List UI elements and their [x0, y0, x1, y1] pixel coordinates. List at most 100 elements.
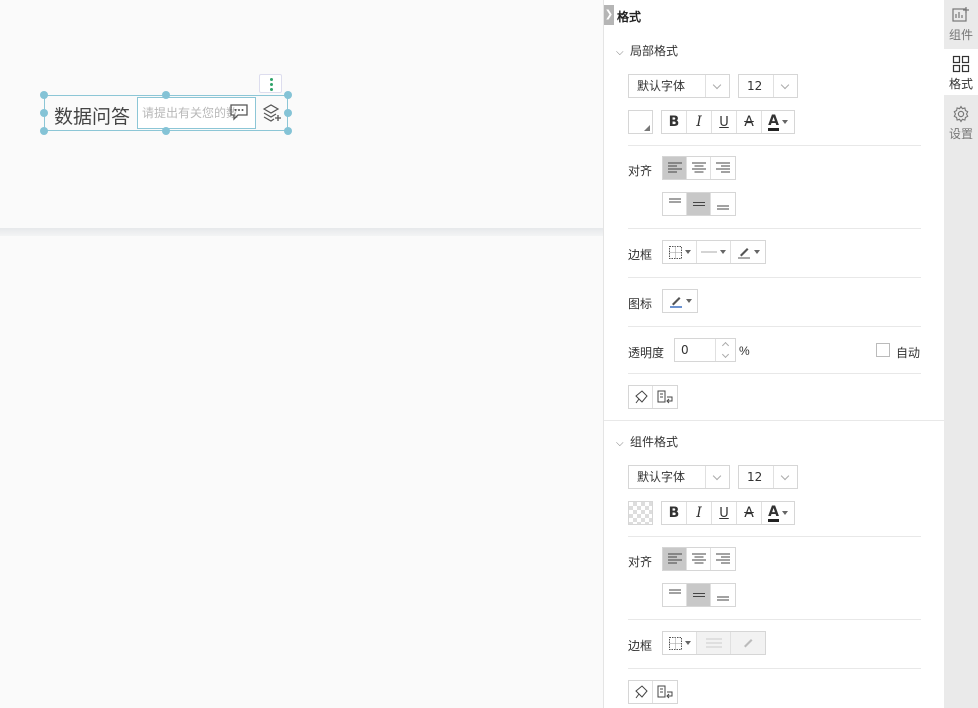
align-center-icon — [691, 553, 706, 564]
line-style-icon — [701, 251, 717, 253]
resize-handle-top[interactable] — [162, 91, 170, 99]
component-align-label: 对齐 — [628, 555, 653, 569]
background-color-swatch[interactable] — [628, 110, 653, 134]
align-middle-button[interactable] — [687, 193, 711, 215]
pen-icon — [737, 248, 750, 259]
icon-label: 图标 — [628, 297, 653, 311]
align-center-button[interactable] — [687, 548, 711, 570]
brush-icon — [634, 390, 648, 404]
divider — [628, 373, 921, 374]
resize-handle-left[interactable] — [40, 109, 48, 117]
divider — [628, 536, 921, 537]
grid-format-icon — [952, 55, 970, 73]
font-color-button[interactable]: A — [762, 111, 794, 133]
align-bottom-button[interactable] — [711, 193, 735, 215]
align-bottom-icon — [717, 205, 729, 210]
icon-color-button[interactable] — [663, 290, 697, 312]
component-format-header[interactable]: ⌵ 组件格式 — [616, 433, 678, 450]
font-size-select[interactable]: 12 — [738, 74, 798, 98]
align-right-button[interactable] — [711, 548, 735, 570]
rail-item-component[interactable]: 组件 — [944, 0, 978, 46]
divider — [628, 277, 921, 278]
more-options-button[interactable] — [259, 74, 282, 93]
underline-button[interactable]: U — [712, 502, 737, 524]
clear-format-icon — [657, 390, 673, 404]
align-top-button[interactable] — [663, 584, 687, 606]
line-style-icon — [705, 638, 722, 648]
align-left-icon — [667, 162, 682, 173]
resize-handle-bottom-left[interactable] — [40, 127, 48, 135]
align-right-icon — [716, 162, 730, 173]
layers-add-icon[interactable] — [262, 103, 282, 123]
icon-color-group — [662, 289, 698, 313]
rail-item-format[interactable]: 格式 — [944, 49, 978, 95]
align-right-button[interactable] — [711, 157, 735, 179]
align-left-icon — [667, 553, 682, 564]
text-style-group: B I U A A — [661, 110, 795, 134]
bold-button[interactable]: B — [662, 111, 687, 133]
font-color-button[interactable]: A — [762, 502, 794, 524]
component-format-tools-group — [628, 680, 678, 704]
format-tools-group — [628, 385, 678, 409]
chevron-down-icon: ⌵ — [616, 438, 624, 449]
border-color-button — [731, 632, 765, 654]
report-canvas[interactable]: 数据问答 — [0, 0, 603, 708]
clear-format-button[interactable] — [653, 681, 677, 703]
italic-button[interactable]: I — [687, 111, 712, 133]
strikethrough-button[interactable]: A — [737, 111, 762, 133]
align-center-button[interactable] — [687, 157, 711, 179]
component-background-swatch[interactable] — [628, 501, 653, 525]
align-bottom-button[interactable] — [711, 584, 735, 606]
resize-handle-top-left[interactable] — [40, 91, 48, 99]
clear-format-button[interactable] — [653, 386, 677, 408]
bold-button[interactable]: B — [662, 502, 687, 524]
align-middle-button[interactable] — [687, 584, 711, 606]
right-rail: 组件 格式 设置 — [944, 0, 978, 708]
align-top-icon — [668, 198, 681, 203]
add-component-icon — [952, 7, 969, 22]
data-qa-widget[interactable]: 数据问答 — [44, 95, 288, 131]
horizontal-align-group — [662, 156, 736, 180]
divider — [628, 228, 921, 229]
component-font-size-select[interactable]: 12 — [738, 465, 798, 489]
opacity-spinner[interactable] — [674, 338, 736, 362]
italic-button[interactable]: I — [687, 502, 712, 524]
stepper-arrows-icon[interactable] — [715, 339, 735, 361]
opacity-input[interactable] — [675, 339, 713, 361]
align-middle-icon — [692, 593, 705, 597]
divider — [628, 668, 921, 669]
align-middle-icon — [692, 202, 705, 206]
chevron-down-icon — [773, 75, 797, 97]
strikethrough-button[interactable]: A — [737, 502, 762, 524]
widget-title: 数据问答 — [54, 106, 131, 128]
component-font-family-select[interactable]: 默认字体 — [628, 465, 730, 489]
panel-header: ❯ 格式 — [604, 5, 944, 25]
brush-icon — [634, 685, 648, 699]
resize-handle-right[interactable] — [284, 109, 292, 117]
auto-checkbox[interactable] — [876, 343, 890, 357]
border-grid-icon — [668, 245, 682, 259]
align-left-button[interactable] — [663, 548, 687, 570]
underline-button[interactable]: U — [712, 111, 737, 133]
resize-handle-bottom-right[interactable] — [284, 127, 292, 135]
border-style-button[interactable] — [663, 632, 697, 654]
format-painter-button[interactable] — [629, 386, 653, 408]
border-style-button[interactable] — [663, 241, 697, 263]
align-left-button[interactable] — [663, 157, 687, 179]
resize-handle-top-right[interactable] — [284, 91, 292, 99]
clear-format-icon — [657, 685, 673, 699]
border-line-button[interactable] — [697, 241, 731, 263]
rail-item-settings[interactable]: 设置 — [944, 99, 978, 145]
align-label: 对齐 — [628, 164, 653, 178]
font-family-select[interactable]: 默认字体 — [628, 74, 730, 98]
divider — [628, 326, 921, 327]
align-top-button[interactable] — [663, 193, 687, 215]
local-format-header[interactable]: ⌵ 局部格式 — [616, 42, 678, 59]
panel-title: 格式 — [617, 10, 642, 24]
format-painter-button[interactable] — [629, 681, 653, 703]
border-label: 边框 — [628, 248, 653, 262]
border-color-button[interactable] — [731, 241, 765, 263]
collapse-panel-button[interactable]: ❯ — [604, 5, 614, 25]
chat-bubble-icon[interactable] — [229, 103, 249, 121]
resize-handle-bottom[interactable] — [162, 127, 170, 135]
